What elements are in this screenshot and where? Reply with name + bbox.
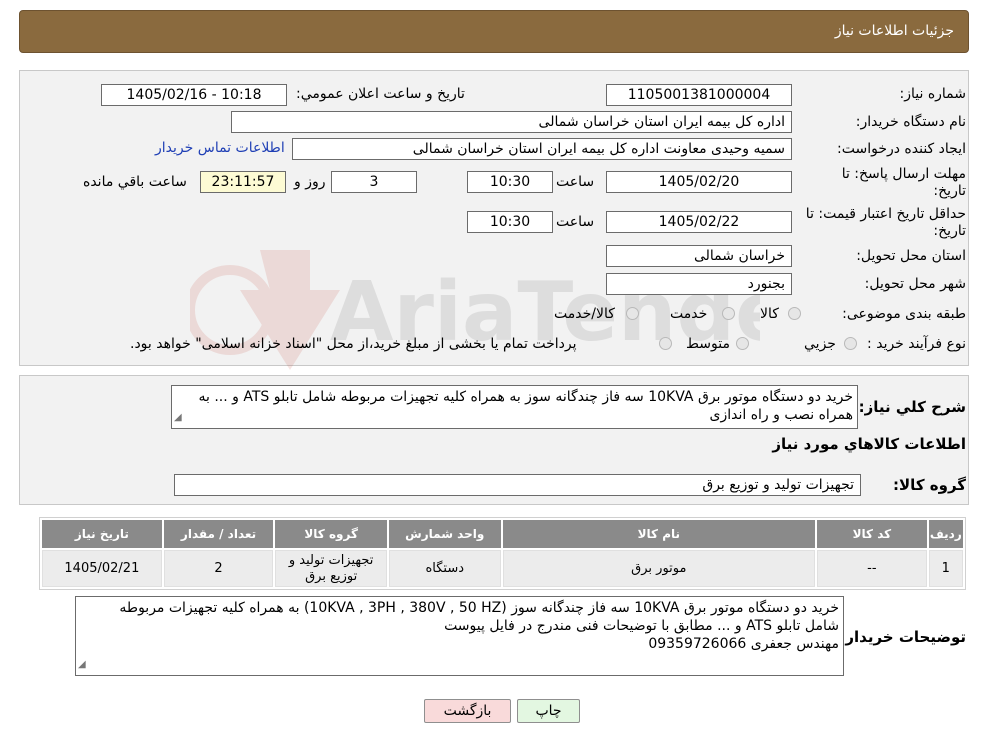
announce-field[interactable]: 1405/02/16 - 10:18: [101, 84, 287, 106]
cell-date: 1405/02/21: [42, 550, 162, 587]
province-field[interactable]: خراسان شمالی: [606, 245, 792, 267]
cell-code: --: [817, 550, 927, 587]
cell-unit: دستگاه: [388, 550, 501, 587]
goods-group-label: گروه کالا:: [893, 476, 966, 494]
need-number-field[interactable]: 1105001381000004: [606, 84, 792, 106]
creator-field[interactable]: سمیه وحیدی معاونت اداره کل بیمه ایران اس…: [292, 138, 792, 160]
resize-grip-icon[interactable]: ◢: [174, 409, 182, 427]
table-row[interactable]: 1 -- موتور برق دستگاه تجهیزات تولید و تو…: [42, 550, 963, 587]
deadline-time-label: ساعت: [556, 174, 595, 190]
deadline-date-field[interactable]: 1405/02/20: [606, 171, 792, 193]
province-label: استان محل تحویل:: [856, 248, 966, 264]
table-header-row: رديف کد کالا نام کالا واحد شمارش گروه کا…: [42, 520, 963, 548]
process-medium-radio[interactable]: [736, 337, 749, 350]
back-button[interactable]: بازگشت: [424, 699, 511, 723]
validity-date-field[interactable]: 1405/02/22: [606, 211, 792, 233]
validity-label: حداقل تاریخ اعتبار قیمت: تا تاریخ:: [805, 206, 966, 239]
category-label: طبقه بندی موضوعی:: [842, 306, 966, 322]
print-button[interactable]: چاپ: [517, 699, 580, 723]
resize-grip-icon[interactable]: ◢: [78, 656, 86, 674]
col-code-header: کد کالا: [817, 520, 927, 548]
category-service-radio[interactable]: [722, 307, 735, 320]
buyer-org-field[interactable]: اداره کل بیمه ایران استان خراسان شمالی: [231, 111, 792, 133]
city-label: شهر محل تحویل:: [864, 276, 966, 292]
days-field[interactable]: 3: [331, 171, 417, 193]
col-name-header: نام کالا: [502, 520, 816, 548]
cell-group: تجهیزات تولید و توزیع برق: [275, 550, 387, 587]
treasury-docs-checkbox[interactable]: [659, 337, 672, 350]
buyer-org-label: نام دستگاه خریدار:: [855, 114, 966, 130]
col-date-header: تاريخ نياز: [42, 520, 162, 548]
category-goods-service-radio[interactable]: [626, 307, 639, 320]
days-label: روز و: [294, 174, 326, 190]
need-number-label: شماره نیاز:: [899, 86, 967, 102]
col-unit-header: واحد شمارش: [388, 520, 501, 548]
buyer-notes-label: توضیحات خریدار:: [839, 628, 966, 646]
description-text: خرید دو دستگاه موتور برق 10KVA سه فاز چن…: [198, 389, 853, 423]
process-medium-label: متوسط: [686, 336, 730, 352]
description-label: شرح کلي نياز:: [858, 398, 966, 416]
deadline-label: مهلت ارسال پاسخ: تا تاریخ:: [841, 166, 966, 199]
page-title: جزئیات اطلاعات نیاز: [834, 23, 954, 39]
buyer-notes-textarea[interactable]: خرید دو دستگاه موتور برق 10KVA سه فاز چن…: [75, 596, 844, 676]
category-goods-radio[interactable]: [788, 307, 801, 320]
page-header: جزئیات اطلاعات نیاز: [19, 10, 969, 53]
category-goods-label: کالا: [760, 306, 779, 322]
description-textarea[interactable]: خرید دو دستگاه موتور برق 10KVA سه فاز چن…: [171, 385, 858, 429]
goods-group-field[interactable]: تجهیزات تولید و توزیع برق: [174, 474, 861, 496]
validity-time-label: ساعت: [556, 214, 595, 230]
buyer-notes-line-3: مهندس جعفری 09359726066: [648, 636, 839, 652]
announce-label: تاریخ و ساعت اعلان عمومي:: [296, 86, 465, 102]
process-minor-radio[interactable]: [844, 337, 857, 350]
buyer-notes-line-1: خرید دو دستگاه موتور برق 10KVA سه فاز چن…: [119, 600, 839, 616]
col-group-header: گروه کالا: [275, 520, 387, 548]
buyer-notes-line-2: شامل تابلو ATS و ... مطابق با توضیحات فن…: [444, 618, 839, 634]
validity-time-field[interactable]: 10:30: [467, 211, 553, 233]
process-label: نوع فرآیند خرید :: [867, 336, 966, 352]
cell-name: موتور برق: [502, 550, 816, 587]
creator-label: ایجاد کننده درخواست:: [837, 141, 966, 157]
process-minor-label: جزیي: [804, 336, 836, 352]
cell-row: 1: [928, 550, 963, 587]
category-service-label: خدمت: [670, 306, 708, 322]
deadline-time-field[interactable]: 10:30: [467, 171, 553, 193]
city-field[interactable]: بجنورد: [606, 273, 792, 295]
cell-qty: 2: [163, 550, 274, 587]
buyer-contact-link[interactable]: اطلاعات تماس خریدار: [155, 140, 285, 156]
goods-section-title: اطلاعات کالاهاي مورد نياز: [772, 435, 966, 453]
col-qty-header: تعداد / مقدار: [163, 520, 274, 548]
treasury-docs-note: پرداخت تمام یا بخشی از مبلغ خرید،از محل …: [130, 336, 577, 352]
col-row-header: رديف: [928, 520, 963, 548]
remaining-label: ساعت باقي مانده: [83, 174, 187, 190]
remaining-time-field[interactable]: 23:11:57: [200, 171, 286, 193]
category-goods-service-label: کالا/خدمت: [554, 306, 615, 322]
goods-table: رديف کد کالا نام کالا واحد شمارش گروه کا…: [39, 517, 966, 590]
